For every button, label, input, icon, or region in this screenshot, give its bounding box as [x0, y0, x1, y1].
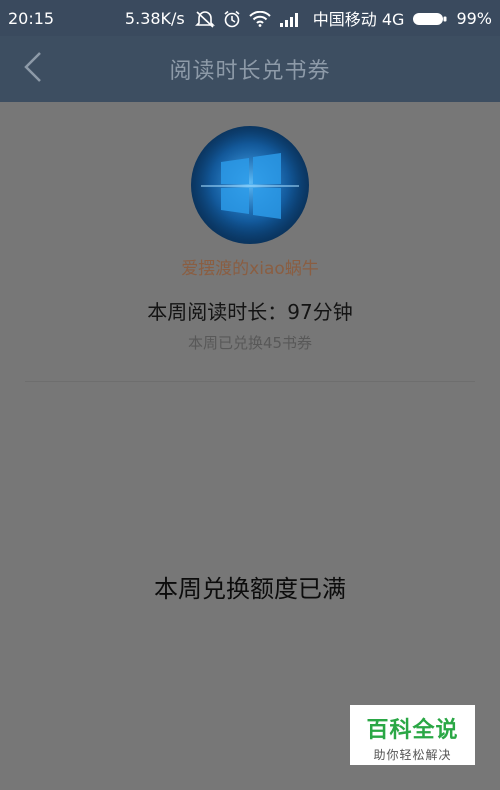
watermark-logo: 百科全说 助你轻松解决 [350, 705, 475, 765]
mute-icon [194, 8, 215, 28]
windows-logo-icon [191, 126, 309, 244]
weekly-reading-time: 本周阅读时长：97分钟 [147, 300, 353, 324]
main-content: 爱摆渡的xiao蜗牛 本周阅读时长：97分钟 本周已兑换45书券 本周兑换额度已… [0, 102, 500, 790]
username: 爱摆渡的xiao蜗牛 [181, 259, 319, 279]
status-time: 20:15 [8, 8, 55, 28]
battery-icon [412, 9, 448, 28]
wifi-icon [249, 9, 271, 28]
weekly-exchanged-coupons: 本周已兑换45书券 [187, 334, 313, 352]
page-title: 阅读时长兑书券 [169, 59, 331, 84]
alarm-icon [223, 8, 241, 28]
divider [25, 381, 475, 382]
carrier-name: 中国移动 4G [312, 10, 405, 29]
header-bar: 阅读时长兑书券 [0, 36, 500, 102]
status-right: 5.38K/s 中国移动 4G 99% [125, 6, 492, 30]
network-speed: 5.38K/s [124, 8, 185, 28]
battery-percent: 99% [456, 8, 492, 28]
watermark-subtitle: 助你轻松解决 [373, 748, 452, 762]
status-bar: 20:15 5.38K/s 中国移动 4G 99% [0, 0, 500, 36]
quota-full-message: 本周兑换额度已满 [154, 575, 346, 603]
signal-icon [279, 9, 301, 28]
avatar [191, 126, 309, 244]
back-button[interactable] [18, 52, 48, 86]
chevron-left-icon [22, 51, 44, 87]
watermark-title: 百科全说 [366, 718, 459, 743]
